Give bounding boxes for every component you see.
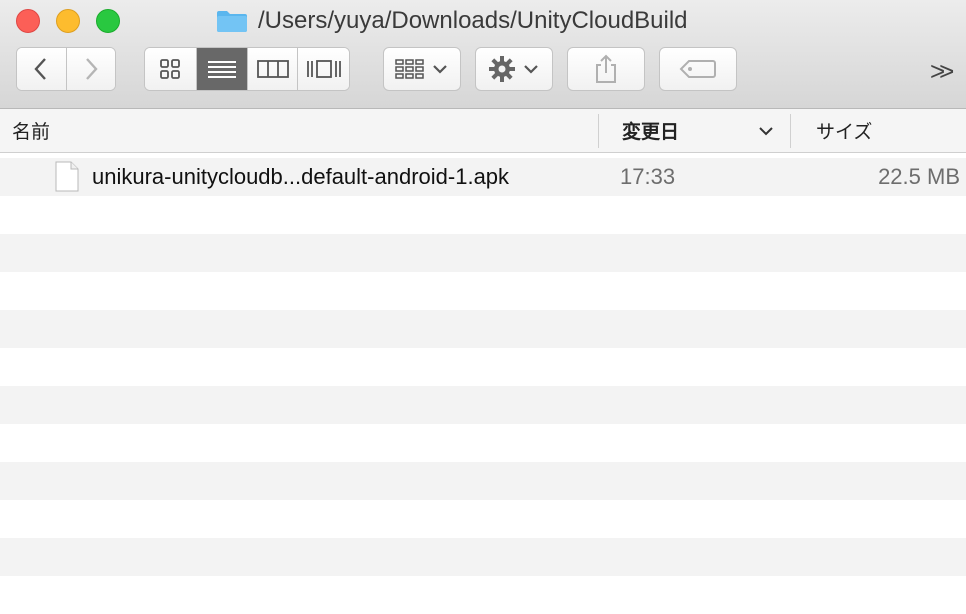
- empty-row: [0, 424, 966, 462]
- toolbar: /Users/yuya/Downloads/UnityCloudBuild >>: [0, 0, 966, 109]
- list-view-icon: [208, 61, 237, 78]
- action-button[interactable]: [475, 47, 553, 91]
- sort-descending-icon: [759, 126, 773, 135]
- cover-flow-view-button[interactable]: [298, 48, 349, 90]
- minimize-button[interactable]: [56, 9, 80, 33]
- back-button[interactable]: [17, 48, 67, 90]
- chevron-down-icon: [524, 65, 538, 74]
- empty-row: [0, 196, 966, 234]
- column-view-icon: [256, 60, 289, 78]
- toolbar-overflow-button[interactable]: >>: [930, 56, 955, 87]
- chevron-right-icon: [85, 58, 98, 80]
- icon-view-button[interactable]: [145, 48, 197, 90]
- column-divider[interactable]: [790, 114, 791, 148]
- icon-view-icon: [160, 59, 181, 79]
- size-column-header[interactable]: サイズ: [816, 109, 872, 152]
- list-view-button[interactable]: [196, 48, 249, 90]
- tag-icon: [679, 60, 716, 78]
- navigation-buttons: [16, 47, 116, 91]
- share-button[interactable]: [567, 47, 645, 91]
- column-view-button[interactable]: [248, 48, 299, 90]
- forward-button[interactable]: [66, 48, 115, 90]
- folder-icon: [217, 11, 247, 32]
- arrange-button[interactable]: [383, 47, 461, 91]
- column-divider[interactable]: [598, 114, 599, 148]
- empty-row: [0, 386, 966, 424]
- document-icon: [55, 161, 79, 192]
- empty-row: [0, 234, 966, 272]
- empty-row: [0, 272, 966, 310]
- empty-row: [0, 310, 966, 348]
- zoom-button[interactable]: [96, 9, 120, 33]
- empty-row: [0, 348, 966, 386]
- cover-flow-icon: [306, 60, 341, 78]
- arrange-grid-icon: [395, 59, 424, 79]
- chevron-down-icon: [433, 65, 447, 74]
- window-title-text: /Users/yuya/Downloads/UnityCloudBuild: [258, 7, 688, 34]
- empty-row: [0, 576, 966, 614]
- date-column-header[interactable]: 変更日: [622, 109, 780, 152]
- double-chevron-right-icon: >>: [930, 56, 955, 86]
- share-icon: [596, 54, 616, 83]
- empty-row: [0, 462, 966, 500]
- empty-row: [0, 500, 966, 538]
- chevron-left-icon: [34, 58, 47, 80]
- close-button[interactable]: [16, 9, 40, 33]
- view-mode-control: [144, 47, 350, 91]
- column-header: 名前 変更日 サイズ: [0, 109, 966, 153]
- name-column-header[interactable]: 名前: [12, 109, 50, 152]
- empty-row: [0, 538, 966, 576]
- file-size: 22.5 MB: [878, 164, 960, 189]
- file-row[interactable]: unikura-unitycloudb...default-android-1.…: [0, 158, 966, 196]
- file-date: 17:33: [620, 164, 676, 189]
- gear-icon: [489, 56, 515, 82]
- tag-button[interactable]: [659, 47, 737, 91]
- file-list: unikura-unitycloudb...default-android-1.…: [0, 158, 966, 614]
- window-title: /Users/yuya/Downloads/UnityCloudBuild: [216, 4, 688, 38]
- file-name: unikura-unitycloudb...default-android-1.…: [92, 164, 510, 189]
